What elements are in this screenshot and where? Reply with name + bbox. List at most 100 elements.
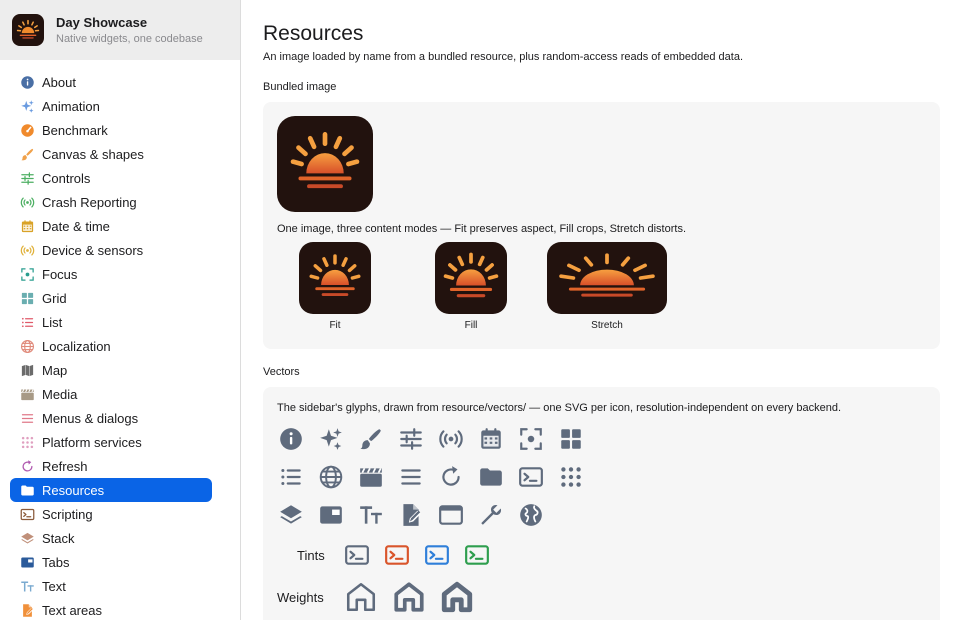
world-icon: [517, 501, 545, 529]
sidebar-item-label: Text: [42, 578, 66, 594]
sidebar-item-label: Stack: [42, 530, 75, 546]
sidebar-item-label: Platform services: [42, 434, 142, 450]
dots-grid-icon: [557, 463, 585, 491]
sparkles-icon: [317, 425, 345, 453]
sidebar-item-scripting[interactable]: Scripting: [10, 502, 212, 526]
sidebar-item-text-areas[interactable]: Text areas: [10, 598, 212, 620]
grid-icon: [19, 290, 35, 306]
sidebar-item-label: Benchmark: [42, 122, 108, 138]
sidebar-item-label: List: [42, 314, 63, 330]
sidebar-item-platform-services[interactable]: Platform services: [10, 430, 212, 454]
sparkles-icon: [19, 98, 35, 114]
sidebar-item-about[interactable]: About: [10, 70, 212, 94]
refresh-icon: [437, 463, 465, 491]
sidebar-item-list[interactable]: List: [10, 310, 212, 334]
mode-stretch: Stretch: [547, 242, 667, 331]
sidebar-item-benchmark[interactable]: Benchmark: [10, 118, 212, 142]
tints-label: Tints: [297, 547, 325, 563]
sidebar-item-resources[interactable]: Resources: [10, 478, 212, 502]
broadcast-icon: [19, 194, 35, 210]
sidebar-item-canvas-and-shapes[interactable]: Canvas & shapes: [10, 142, 212, 166]
sidebar-item-label: Resources: [42, 482, 105, 498]
text-icon: [19, 578, 35, 594]
home-icon: [343, 579, 379, 615]
terminal-icon: [423, 541, 451, 569]
globe-icon: [317, 463, 345, 491]
content-modes: Fit Fill Stretch: [277, 242, 926, 338]
sidebar-item-refresh[interactable]: Refresh: [10, 454, 212, 478]
app-subtitle: Native widgets, one codebase: [56, 32, 203, 45]
map-icon: [19, 362, 35, 378]
sidebar-item-controls[interactable]: Controls: [10, 166, 212, 190]
sidebar-item-label: Menus & dialogs: [42, 410, 139, 426]
dots-grid-icon: [19, 434, 35, 450]
page-title: Resources: [263, 22, 364, 45]
home-icon: [391, 579, 427, 615]
globe-icon: [19, 338, 35, 354]
sidebar-item-stack[interactable]: Stack: [10, 526, 212, 550]
mode-stretch-label: Stretch: [591, 320, 623, 331]
broadcast-icon: [437, 425, 465, 453]
brush-icon: [357, 425, 385, 453]
vectors-caption: The sidebar's glyphs, drawn from resourc…: [277, 402, 842, 414]
sidebar-item-grid[interactable]: Grid: [10, 286, 212, 310]
sidebar-item-label: Text areas: [42, 602, 102, 618]
sidebar-item-date-and-time[interactable]: Date & time: [10, 214, 212, 238]
sidebar-item-label: Animation: [42, 98, 100, 114]
sidebar-item-label: Canvas & shapes: [42, 146, 144, 162]
folder-icon: [477, 463, 505, 491]
gauge-icon: [19, 122, 35, 138]
folder-icon: [19, 482, 35, 498]
sidebar-item-text[interactable]: Text: [10, 574, 212, 598]
vectors-card: The sidebar's glyphs, drawn from resourc…: [263, 387, 940, 620]
sidebar-item-label: Device & sensors: [42, 242, 144, 258]
list-icon: [277, 463, 305, 491]
terminal-icon: [19, 506, 35, 522]
sidebar-nav: About Animation Benchmark Canvas & shapes Co…: [0, 60, 240, 620]
bundled-image-card: One image, three content modes — Fit pre…: [263, 102, 940, 349]
app-title: Day Showcase: [56, 14, 148, 30]
sidebar-item-label: Controls: [42, 170, 91, 186]
vector-icon-row: [277, 425, 926, 453]
app-logo: [12, 14, 44, 46]
menu-icon: [397, 463, 425, 491]
calendar-icon: [19, 218, 35, 234]
sidebar-item-label: Scripting: [42, 506, 93, 522]
text-icon: [357, 501, 385, 529]
sidebar-item-focus[interactable]: Focus: [10, 262, 212, 286]
sidebar-item-tabs[interactable]: Tabs: [10, 550, 212, 574]
sidebar-item-label: Crash Reporting: [42, 194, 137, 210]
sidebar-item-label: Tabs: [42, 554, 70, 570]
sidebar-item-crash-reporting[interactable]: Crash Reporting: [10, 190, 212, 214]
info-icon: [19, 74, 35, 90]
sidebar-item-device-and-sensors[interactable]: Device & sensors: [10, 238, 212, 262]
sidebar-item-animation[interactable]: Animation: [10, 94, 212, 118]
sidebar-item-menus-and-dialogs[interactable]: Menus & dialogs: [10, 406, 212, 430]
app-header: Day Showcase Native widgets, one codebas…: [0, 0, 240, 60]
terminal-icon: [383, 541, 411, 569]
mode-fit: Fit: [299, 242, 371, 331]
sidebar-item-map[interactable]: Map: [10, 358, 212, 382]
doc-edit-icon: [397, 501, 425, 529]
vector-icon-row: [277, 501, 926, 529]
weights-label: Weights: [277, 589, 324, 605]
list-icon: [19, 314, 35, 330]
brush-icon: [19, 146, 35, 162]
sensor-icon: [19, 242, 35, 258]
focus-icon: [19, 266, 35, 282]
tabs-icon: [19, 554, 35, 570]
sidebar-item-label: Grid: [42, 290, 67, 306]
mode-fit-label: Fit: [329, 320, 341, 331]
refresh-icon: [19, 458, 35, 474]
grid-icon: [557, 425, 585, 453]
terminal-icon: [463, 541, 491, 569]
bundled-caption: One image, three content modes — Fit pre…: [277, 223, 686, 235]
sidebar-item-label: Localization: [42, 338, 111, 354]
sidebar: Day Showcase Native widgets, one codebas…: [0, 0, 241, 620]
mode-fill-image: [435, 242, 507, 314]
layers-icon: [277, 501, 305, 529]
doc-edit-icon: [19, 602, 35, 618]
sliders-icon: [19, 170, 35, 186]
sidebar-item-media[interactable]: Media: [10, 382, 212, 406]
sidebar-item-localization[interactable]: Localization: [10, 334, 212, 358]
